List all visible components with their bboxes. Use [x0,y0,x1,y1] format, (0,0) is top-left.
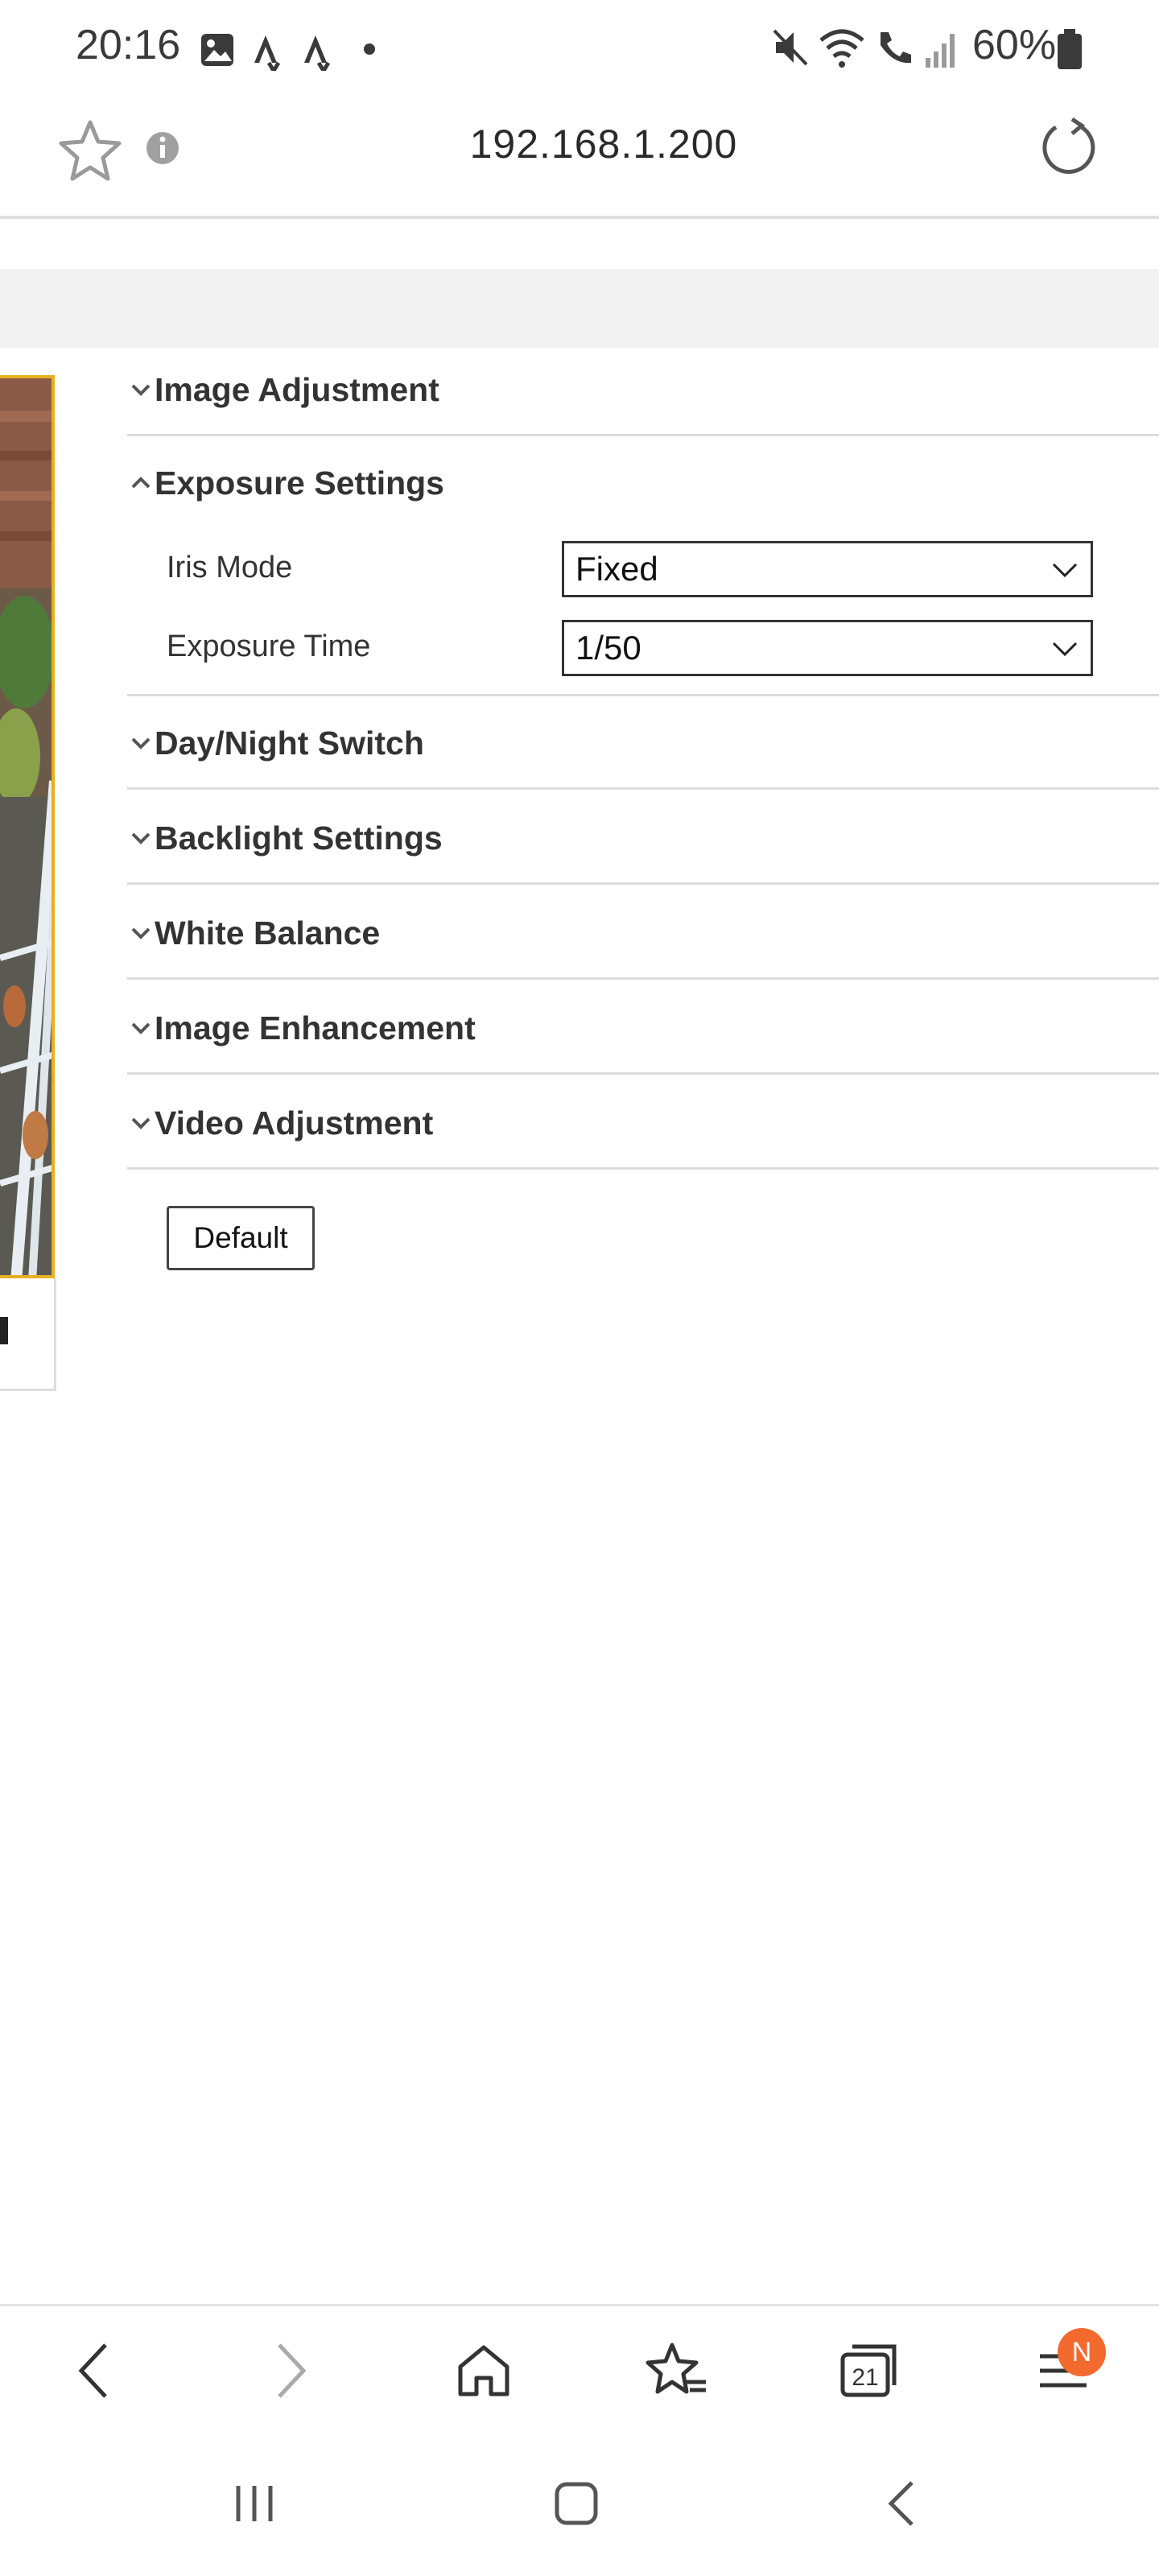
section-label: Exposure Settings [155,464,444,502]
video-preview-image [0,378,52,1275]
back-nav-icon [888,2481,914,2526]
battery-percent: 60% [972,22,1057,68]
live-video-preview[interactable] [0,375,55,1278]
iris-mode-value: Fixed [575,550,658,588]
strava-icon [304,35,331,71]
chevron-down-icon [127,696,155,790]
section-image-adjustment[interactable]: Image Adjustment [127,343,1159,436]
video-control-fragment[interactable] [0,1317,8,1344]
home-nav-icon [555,2482,598,2525]
dot-icon [364,43,375,55]
tabs-button[interactable]: 21 [826,2326,914,2415]
tabs-count: 21 [852,2364,878,2391]
section-label: Image Enhancement [155,1009,476,1046]
exposure-time-select[interactable]: 1/50 [562,620,1093,676]
notification-badge: N [1058,2328,1106,2376]
back-button[interactable] [50,2326,138,2415]
section-label: Image Adjustment [155,371,439,408]
section-label: White Balance [155,914,381,952]
status-time: 20:16 [76,22,181,68]
bookmarks-star-icon [645,2343,706,2394]
chevron-down-icon [127,1076,155,1170]
section-white-balance[interactable]: White Balance [127,886,1159,980]
iris-mode-select[interactable]: Fixed [562,541,1093,597]
forward-arrow-icon [278,2343,307,2398]
section-image-enhancement[interactable]: Image Enhancement [127,981,1159,1075]
home-nav-button[interactable] [528,2463,625,2544]
back-arrow-icon [78,2343,107,2398]
home-button[interactable] [439,2326,528,2415]
url-text[interactable]: 192.168.1.200 [0,121,1159,167]
chevron-down-icon [127,886,155,980]
bookmarks-button[interactable] [633,2326,721,2415]
section-backlight-settings[interactable]: Backlight Settings [127,791,1159,885]
default-button[interactable]: Default [167,1206,315,1270]
wifi-icon [819,29,864,68]
back-nav-button[interactable] [853,2463,950,2544]
chevron-down-icon [1052,642,1078,657]
chevron-down-icon [127,791,155,885]
battery-icon [1058,29,1082,69]
iris-mode-label: Iris Mode [167,551,293,584]
chevron-down-icon [127,343,155,436]
wifi-call-icon [881,32,911,64]
chevron-up-icon [127,436,155,530]
chevron-down-icon [127,981,155,1075]
page-header-bar [0,269,1159,348]
section-label: Backlight Settings [155,819,443,857]
strava-icon [254,35,281,71]
recent-apps-button[interactable] [206,2463,303,2544]
chevron-down-icon [1052,563,1078,578]
recent-apps-icon [236,2486,273,2521]
exposure-time-label: Exposure Time [167,630,371,663]
video-frame-footer [0,1278,56,1391]
home-icon [458,2345,509,2396]
exposure-time-value: 1/50 [575,629,641,667]
section-label: Video Adjustment [155,1104,434,1141]
signal-icon [926,34,955,68]
forward-button[interactable] [246,2326,335,2415]
mute-icon [773,29,808,66]
section-video-adjustment[interactable]: Video Adjustment [127,1076,1159,1170]
reload-icon[interactable] [1038,116,1099,177]
section-exposure-settings[interactable]: Exposure Settings [127,436,1159,530]
browser-toolbar [0,2304,1159,2442]
section-label: Day/Night Switch [155,724,424,762]
tabs-icon: 21 [840,2344,897,2397]
gallery-icon [201,34,233,66]
section-day-night-switch[interactable]: Day/Night Switch [127,696,1159,790]
